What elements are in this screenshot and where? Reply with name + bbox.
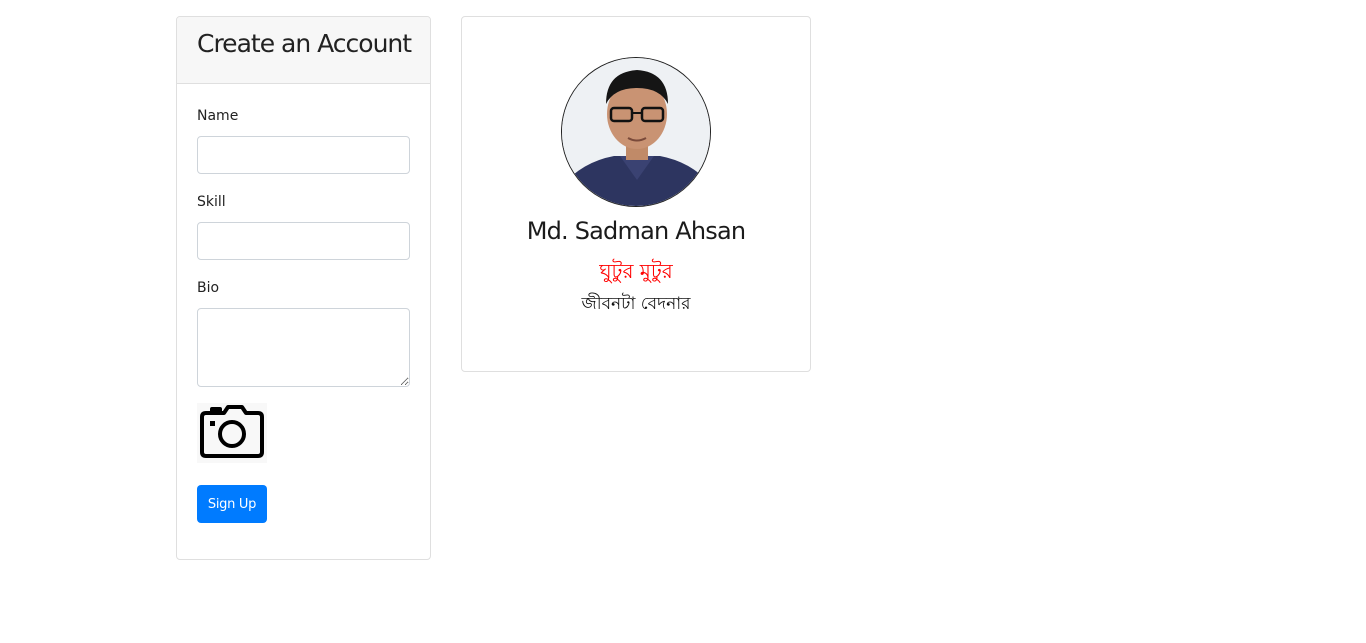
- create-account-card: Create an Account Name Skill Bio Sign Up: [176, 16, 431, 560]
- skill-input[interactable]: [197, 222, 410, 260]
- photo-upload-button[interactable]: [197, 403, 267, 463]
- profile-card: Md. Sadman Ahsan ঘুটুর মুটুর জীবনটা বেদন…: [461, 16, 811, 372]
- avatar: [561, 57, 711, 207]
- sign-up-button[interactable]: Sign Up: [197, 485, 267, 523]
- bio-textarea[interactable]: [197, 308, 410, 387]
- profile-bio: জীবনটা বেদনার: [581, 294, 691, 314]
- profile-name: Md. Sadman Ahsan: [526, 217, 746, 245]
- bio-label: Bio: [197, 280, 220, 296]
- card-header: Create an Account: [177, 17, 430, 84]
- skill-label: Skill: [197, 194, 226, 210]
- name-input[interactable]: [197, 136, 410, 174]
- avatar-portrait: [562, 58, 710, 206]
- profile-skill: ঘুটুর মুটুর: [599, 259, 673, 283]
- name-label: Name: [197, 108, 239, 124]
- camera-icon: [198, 404, 266, 463]
- form-title: Create an Account: [197, 29, 412, 58]
